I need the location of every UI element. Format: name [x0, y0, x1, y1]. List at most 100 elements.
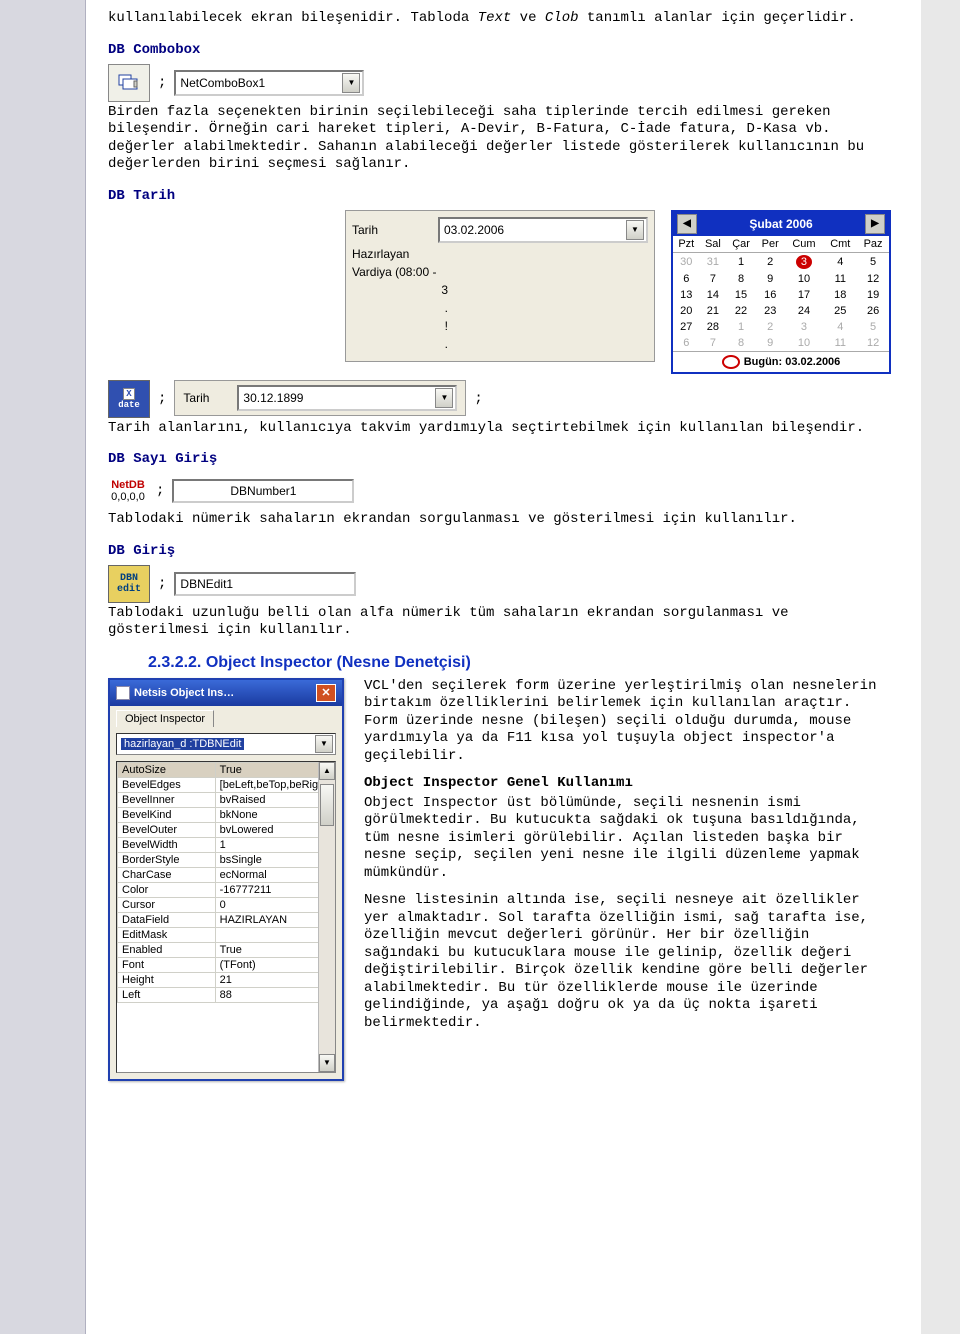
property-row[interactable]: BevelEdges[beLeft,beTop,beRig — [118, 777, 335, 792]
property-row[interactable]: Font(TFont) — [118, 957, 335, 972]
semicolon-2: ; — [158, 391, 166, 407]
calendar-day-cell[interactable]: 28 — [700, 319, 727, 335]
calendar-day-cell[interactable]: 5 — [857, 252, 889, 271]
property-row[interactable]: CharCaseecNormal — [118, 867, 335, 882]
calendar-day-cell[interactable]: 17 — [785, 287, 824, 303]
calendar-day-cell[interactable]: 31 — [700, 252, 727, 271]
dropdown-arrow-icon[interactable]: ▼ — [342, 73, 360, 93]
calendar-day-cell[interactable]: 15 — [726, 287, 756, 303]
property-value-cell[interactable]: 21 — [215, 972, 334, 987]
calendar-next-icon[interactable]: ▶ — [865, 214, 885, 234]
property-row[interactable]: BorderStylebsSingle — [118, 852, 335, 867]
calendar-day-cell[interactable]: 1 — [726, 319, 756, 335]
dropdown-arrow-icon[interactable]: ▼ — [626, 220, 644, 240]
calendar-day-cell[interactable]: 30 — [673, 252, 700, 271]
calendar-day-cell[interactable]: 9 — [756, 335, 785, 352]
calendar-day-cell[interactable]: 12 — [857, 335, 889, 352]
calendar-day-cell[interactable]: 3 — [785, 319, 824, 335]
calendar-day-cell[interactable]: 24 — [785, 303, 824, 319]
property-value-cell[interactable]: True — [215, 942, 334, 957]
calendar-day-cell[interactable]: 9 — [756, 271, 785, 287]
property-value-cell[interactable]: 1 — [215, 837, 334, 852]
calendar-day-cell[interactable]: 11 — [823, 335, 857, 352]
property-value-cell[interactable]: 88 — [215, 987, 334, 1002]
close-icon[interactable]: ✕ — [316, 684, 336, 702]
property-value-cell[interactable]: (TFont) — [215, 957, 334, 972]
scrollbar[interactable]: ▲ ▼ — [318, 762, 335, 1072]
dbn-icon-top: DBN — [120, 573, 138, 584]
calendar-day-cell[interactable]: 6 — [673, 335, 700, 352]
calendar-day-cell[interactable]: 2 — [756, 319, 785, 335]
calendar-day-cell[interactable]: 7 — [700, 271, 727, 287]
property-value-cell[interactable]: [beLeft,beTop,beRig — [215, 777, 334, 792]
calendar-day-cell[interactable]: 21 — [700, 303, 727, 319]
property-row[interactable]: Left88 — [118, 987, 335, 1002]
property-row[interactable]: Color-16777211 — [118, 882, 335, 897]
scroll-thumb[interactable] — [320, 784, 334, 826]
calendar-day-cell[interactable]: 8 — [726, 271, 756, 287]
oi-object-select[interactable]: hazirlayan_d :TDBNEdit ▼ — [116, 733, 336, 755]
property-value-cell[interactable]: -16777211 — [215, 882, 334, 897]
calendar-today-row[interactable]: Bugün: 03.02.2006 — [673, 351, 889, 372]
calendar-day-cell[interactable]: 27 — [673, 319, 700, 335]
calendar-day-cell[interactable]: 20 — [673, 303, 700, 319]
calendar-day-cell[interactable]: 11 — [823, 271, 857, 287]
oi-property-grid[interactable]: AutoSizeTrueBevelEdges[beLeft,beTop,beRi… — [116, 761, 336, 1073]
dbnumber-input[interactable] — [172, 479, 354, 503]
property-value-cell[interactable]: bsSingle — [215, 852, 334, 867]
property-row[interactable]: Cursor0 — [118, 897, 335, 912]
calendar-day-cell[interactable]: 10 — [785, 271, 824, 287]
dbnedit-input[interactable] — [174, 572, 356, 596]
calendar-day-cell[interactable]: 12 — [857, 271, 889, 287]
oi-p1: VCL'den seçilerek form üzerine yerleştir… — [364, 678, 891, 766]
calendar-day-cell[interactable]: 25 — [823, 303, 857, 319]
property-row[interactable]: DataFieldHAZIRLAYAN — [118, 912, 335, 927]
property-row[interactable]: BevelWidth1 — [118, 837, 335, 852]
scroll-down-icon[interactable]: ▼ — [319, 1054, 335, 1072]
property-row[interactable]: AutoSizeTrue — [118, 762, 335, 777]
scroll-up-icon[interactable]: ▲ — [319, 762, 335, 780]
calendar-day-cell[interactable]: 22 — [726, 303, 756, 319]
calendar-day-cell[interactable]: 13 — [673, 287, 700, 303]
property-row[interactable]: EnabledTrue — [118, 942, 335, 957]
calendar-day-cell[interactable]: 26 — [857, 303, 889, 319]
property-value-cell[interactable]: bvLowered — [215, 822, 334, 837]
calendar-day-cell[interactable]: 23 — [756, 303, 785, 319]
date-top-field[interactable]: 03.02.2006 ▼ — [438, 217, 648, 243]
calendar-popup[interactable]: ◀ Şubat 2006 ▶ PztSalÇarPerCumCmtPaz 303… — [671, 210, 891, 374]
calendar-day-cell[interactable]: 6 — [673, 271, 700, 287]
calendar-day-cell[interactable]: 3 — [785, 252, 824, 271]
tab-object-inspector[interactable]: Object Inspector — [116, 710, 214, 727]
property-value-cell[interactable]: bkNone — [215, 807, 334, 822]
calendar-day-cell[interactable]: 4 — [823, 319, 857, 335]
dropdown-arrow-icon[interactable]: ▼ — [315, 735, 333, 753]
calendar-day-cell[interactable]: 8 — [726, 335, 756, 352]
property-value-cell[interactable]: HAZIRLAYAN — [215, 912, 334, 927]
calendar-prev-icon[interactable]: ◀ — [677, 214, 697, 234]
property-name-cell: AutoSize — [118, 762, 216, 777]
property-value-cell[interactable] — [215, 927, 334, 942]
property-row[interactable]: Height21 — [118, 972, 335, 987]
combobox-paragraph: Birden fazla seçenekten birinin seçilebi… — [108, 104, 891, 174]
calendar-day-cell[interactable]: 14 — [700, 287, 727, 303]
calendar-day-cell[interactable]: 7 — [700, 335, 727, 352]
calendar-day-cell[interactable]: 16 — [756, 287, 785, 303]
property-row[interactable]: BevelKindbkNone — [118, 807, 335, 822]
property-value-cell[interactable]: ecNormal — [215, 867, 334, 882]
calendar-day-cell[interactable]: 2 — [756, 252, 785, 271]
property-row[interactable]: BevelInnerbvRaised — [118, 792, 335, 807]
date-bottom-field[interactable]: 30.12.1899 ▼ — [237, 385, 457, 411]
calendar-day-cell[interactable]: 4 — [823, 252, 857, 271]
calendar-day-cell[interactable]: 10 — [785, 335, 824, 352]
dropdown-arrow-icon[interactable]: ▼ — [435, 388, 453, 408]
property-value-cell[interactable]: bvRaised — [215, 792, 334, 807]
property-row[interactable]: BevelOuterbvLowered — [118, 822, 335, 837]
calendar-day-cell[interactable]: 18 — [823, 287, 857, 303]
calendar-day-cell[interactable]: 19 — [857, 287, 889, 303]
combobox-field[interactable]: NetComboBox1 ▼ — [174, 70, 364, 96]
property-value-cell[interactable]: 0 — [215, 897, 334, 912]
calendar-day-cell[interactable]: 5 — [857, 319, 889, 335]
property-row[interactable]: EditMask — [118, 927, 335, 942]
calendar-day-cell[interactable]: 1 — [726, 252, 756, 271]
property-value-cell[interactable]: True — [215, 762, 334, 777]
